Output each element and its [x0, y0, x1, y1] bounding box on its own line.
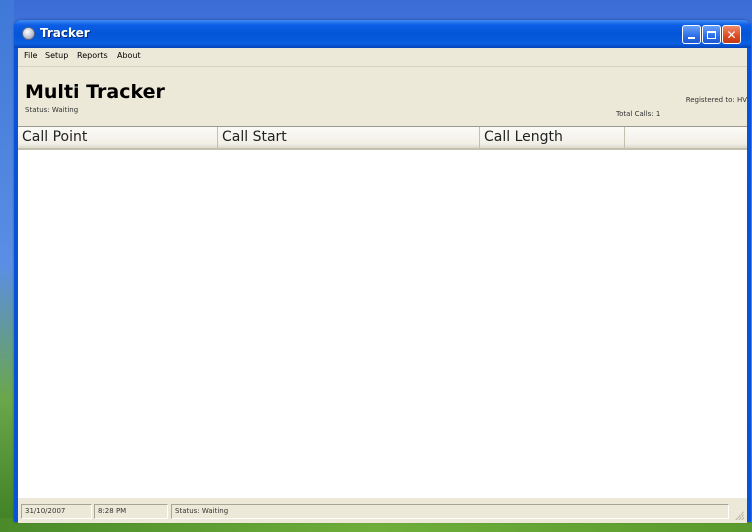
column-filler: [625, 127, 747, 148]
minimize-icon: [688, 37, 695, 39]
close-button[interactable]: ✕: [722, 25, 741, 44]
header-area: Multi Tracker Status: Waiting Registered…: [18, 67, 747, 123]
tracker-window: Tracker ✕ File Setup Reports About Multi…: [14, 20, 751, 523]
menu-setup[interactable]: Setup: [45, 51, 68, 60]
minimize-button[interactable]: [682, 25, 701, 44]
window-title: Tracker: [40, 26, 90, 40]
registered-label: Registered to: HV: [685, 96, 747, 104]
maximize-button[interactable]: [702, 25, 721, 44]
column-call-start[interactable]: Call Start: [218, 127, 480, 148]
desktop-background-left: [0, 0, 14, 532]
title-bar[interactable]: Tracker ✕: [14, 20, 751, 48]
menu-bar: File Setup Reports About: [18, 48, 747, 67]
total-calls-label: Total Calls: 1: [616, 110, 661, 118]
calls-list[interactable]: Call Point Call Start Call Length: [18, 126, 747, 497]
status-message: Status: Waiting: [171, 504, 729, 519]
column-header-row: Call Point Call Start Call Length: [18, 127, 747, 150]
maximize-icon: [707, 30, 716, 39]
status-time: 8:28 PM: [94, 504, 168, 519]
app-heading: Multi Tracker: [25, 81, 165, 103]
close-icon: ✕: [726, 27, 737, 42]
column-call-length[interactable]: Call Length: [480, 127, 625, 148]
tracker-app-icon[interactable]: [22, 27, 35, 40]
menu-reports[interactable]: Reports: [77, 51, 108, 60]
status-date: 31/10/2007: [21, 504, 92, 519]
window-client-area: File Setup Reports About Multi Tracker S…: [18, 48, 747, 523]
resize-grip[interactable]: [734, 510, 744, 520]
menu-about[interactable]: About: [117, 51, 141, 60]
header-status: Status: Waiting: [25, 106, 79, 114]
column-call-point[interactable]: Call Point: [18, 127, 218, 148]
status-bar: 31/10/2007 8:28 PM Status: Waiting: [18, 497, 747, 523]
menu-file[interactable]: File: [24, 51, 37, 60]
